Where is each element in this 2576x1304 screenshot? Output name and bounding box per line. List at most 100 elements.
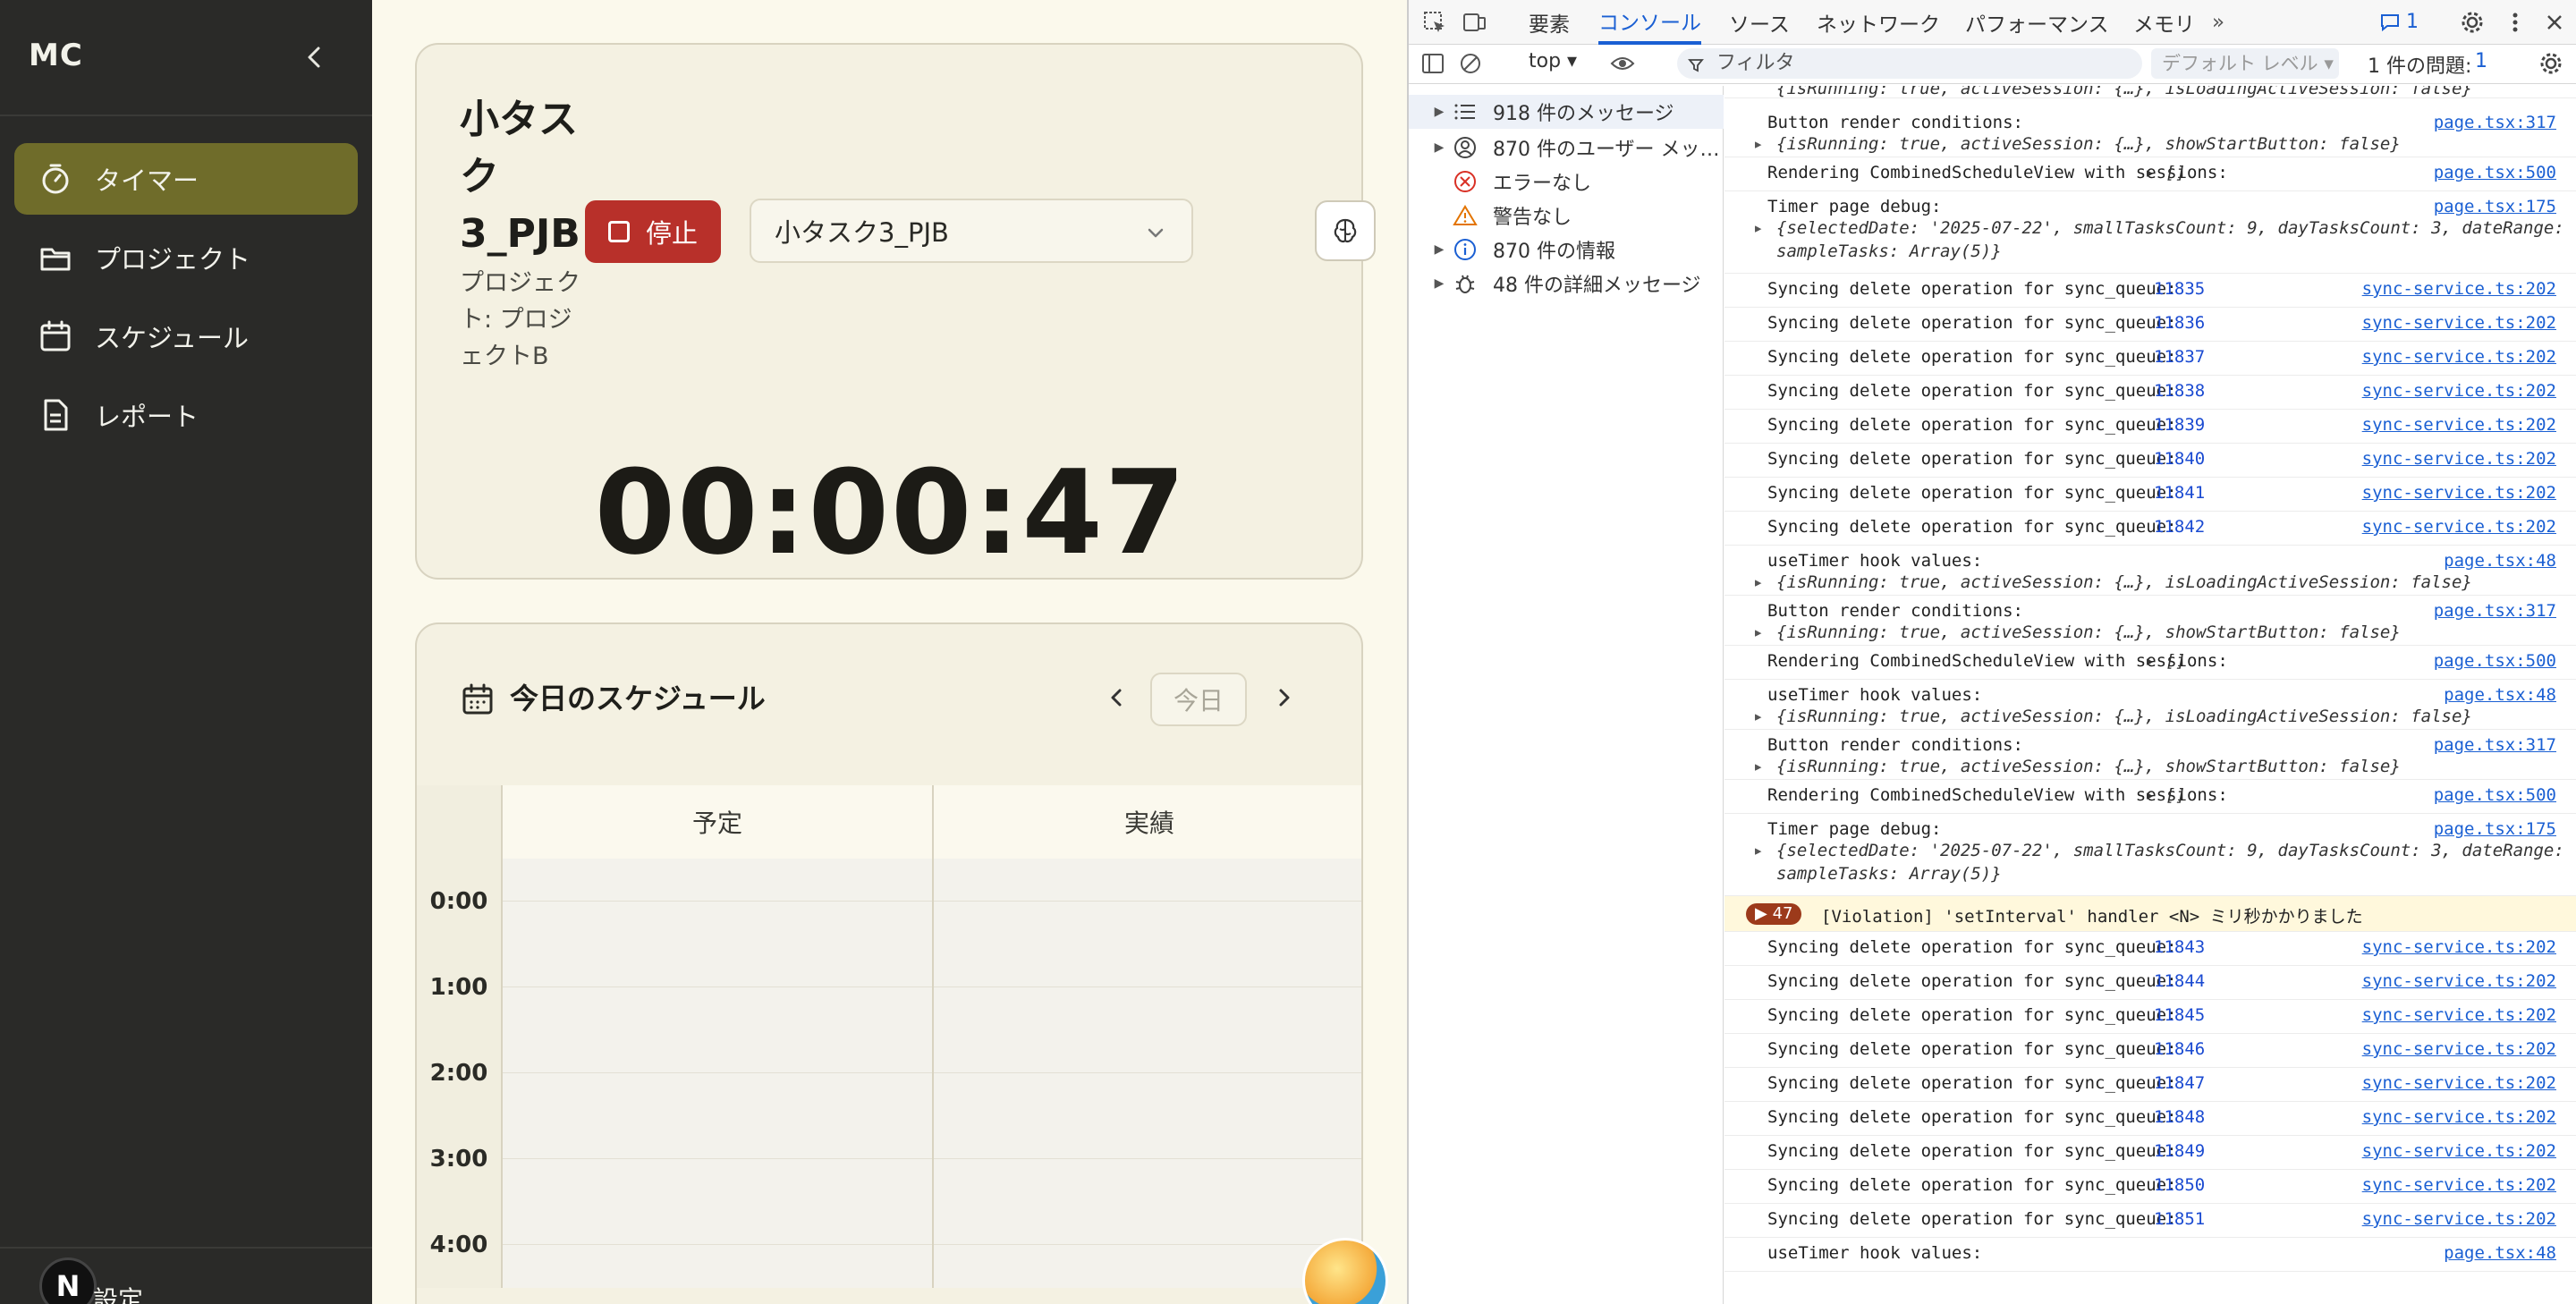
log-source-link[interactable]: sync-service.ts:202 — [2362, 347, 2556, 367]
console-filter-warnings[interactable]: 警告なし — [1409, 199, 1724, 233]
sidebar-item-timer[interactable]: タイマー — [14, 143, 358, 215]
tab-memory[interactable]: メモリ — [2133, 0, 2195, 45]
log-object[interactable]: {isRunning: true, activeSession: {…}, sh… — [1776, 757, 2401, 776]
expand-triangle-icon[interactable]: ▸ — [1753, 841, 1763, 860]
sync-id: 11844 — [2154, 971, 2206, 991]
log-source-link[interactable]: page.tsx:175 — [2434, 197, 2556, 216]
tab-elements[interactable]: 要素 — [1529, 0, 1570, 45]
log-source-link[interactable]: page.tsx:175 — [2434, 819, 2556, 839]
expand-triangle-icon[interactable]: ▸ — [1753, 757, 1763, 776]
actual-slot[interactable] — [932, 1030, 1361, 1116]
device-toggle-icon[interactable] — [1461, 9, 1487, 36]
log-source-link[interactable]: page.tsx:317 — [2434, 601, 2556, 621]
console-filter-verbose[interactable]: ▶ 48 件の詳細メッセージ — [1409, 267, 1724, 301]
actual-slot[interactable] — [932, 1202, 1361, 1288]
console-filter-messages[interactable]: ▶ 918 件のメッセージ — [1409, 95, 1724, 129]
sidebar-toggle-icon[interactable] — [1419, 50, 1446, 77]
log-source-link[interactable]: sync-service.ts:202 — [2362, 1073, 2556, 1093]
eye-icon[interactable] — [1609, 50, 1636, 77]
log-object[interactable]: {isRunning: true, activeSession: {…}, sh… — [1776, 134, 2401, 154]
log-object[interactable]: {isRunning: true, activeSession: {…}, is… — [1776, 86, 2472, 98]
plan-slot[interactable] — [501, 1030, 932, 1116]
violation-count-badge[interactable]: ▶ 47 — [1746, 903, 1802, 925]
settings-link[interactable]: 設定 — [93, 1281, 143, 1304]
actual-slot[interactable] — [932, 1116, 1361, 1202]
log-source-link[interactable]: sync-service.ts:202 — [2362, 483, 2556, 503]
task-select[interactable]: 小タスク3_PJB — [750, 199, 1193, 263]
close-icon[interactable] — [2541, 9, 2568, 36]
expand-triangle-icon[interactable]: ▸ — [1753, 572, 1763, 592]
tab-network[interactable]: ネットワーク — [1817, 0, 1940, 45]
avatar[interactable]: N — [39, 1257, 97, 1304]
log-object[interactable]: {isRunning: true, activeSession: {…}, is… — [1776, 572, 2472, 592]
today-button[interactable]: 今日 — [1150, 673, 1247, 726]
ai-assist-button[interactable] — [1315, 200, 1376, 261]
log-source-link[interactable]: sync-service.ts:202 — [2362, 415, 2556, 435]
log-source-link[interactable]: page.tsx:48 — [2444, 551, 2556, 571]
log-source-link[interactable]: page.tsx:500 — [2434, 651, 2556, 671]
clear-console-icon[interactable] — [1457, 50, 1484, 77]
log-source-link[interactable]: page.tsx:500 — [2434, 163, 2556, 182]
log-object[interactable]: {selectedDate: '2025-07-22', smallTasksC… — [1776, 218, 2576, 238]
collapse-sidebar-icon[interactable] — [301, 39, 329, 75]
log-level-select[interactable]: デフォルト レベル ▾ — [2151, 48, 2339, 79]
expand-triangle-icon[interactable]: ▸ — [1753, 134, 1763, 154]
chevron-right-icon[interactable] — [1267, 680, 1302, 716]
console-filter-user[interactable]: ▶ 870 件のユーザー メッ… — [1409, 131, 1724, 165]
log-source-link[interactable]: sync-service.ts:202 — [2362, 313, 2556, 333]
actual-slot[interactable] — [932, 944, 1361, 1030]
context-selector[interactable]: top ▾ — [1529, 50, 1577, 72]
log-source-link[interactable]: sync-service.ts:202 — [2362, 1141, 2556, 1161]
log-source-link[interactable]: page.tsx:317 — [2434, 113, 2556, 132]
chevron-left-icon[interactable] — [1098, 680, 1134, 716]
issues-summary-count[interactable]: 1 — [2475, 50, 2487, 72]
plan-slot[interactable] — [501, 1116, 932, 1202]
log-source-link[interactable]: sync-service.ts:202 — [2362, 937, 2556, 957]
log-source-link[interactable]: page.tsx:500 — [2434, 785, 2556, 805]
log-source-link[interactable]: sync-service.ts:202 — [2362, 1005, 2556, 1025]
log-inline-value[interactable]: ▸ [] — [2145, 785, 2186, 805]
plan-slot[interactable] — [501, 1202, 932, 1288]
log-object[interactable]: {selectedDate: '2025-07-22', smallTasksC… — [1776, 841, 2576, 860]
tab-sources[interactable]: ソース — [1729, 0, 1790, 45]
filter-input[interactable]: フィルタ — [1677, 48, 2142, 79]
log-source-link[interactable]: page.tsx:317 — [2434, 735, 2556, 755]
gear-icon[interactable] — [2459, 9, 2486, 36]
issues-summary[interactable]: 1 件の問題: — [2368, 50, 2471, 79]
actual-slot[interactable] — [932, 859, 1361, 944]
stop-button[interactable]: 停止 — [585, 200, 721, 263]
tab-console[interactable]: コンソール — [1598, 0, 1701, 45]
log-source-link[interactable]: sync-service.ts:202 — [2362, 1209, 2556, 1229]
expand-triangle-icon[interactable]: ▸ — [1753, 218, 1763, 238]
console-filter-errors[interactable]: エラーなし — [1409, 165, 1724, 199]
kebab-menu-icon[interactable] — [2502, 9, 2529, 36]
log-source-link[interactable]: sync-service.ts:202 — [2362, 449, 2556, 469]
plan-slot[interactable] — [501, 944, 932, 1030]
tab-performance[interactable]: パフォーマンス — [1965, 0, 2109, 45]
log-source-link[interactable]: sync-service.ts:202 — [2362, 1175, 2556, 1195]
console-filter-info[interactable]: ▶ 870 件の情報 — [1409, 233, 1724, 267]
expand-triangle-icon[interactable]: ▸ — [1753, 707, 1763, 726]
log-source-link[interactable]: page.tsx:48 — [2444, 685, 2556, 705]
log-source-link[interactable]: sync-service.ts:202 — [2362, 381, 2556, 401]
sidebar-item-reports[interactable]: レポート — [14, 379, 358, 451]
log-message: Syncing delete operation for sync_queue: — [1767, 937, 2177, 957]
expand-triangle-icon[interactable]: ▸ — [1753, 622, 1763, 642]
console-settings-icon[interactable] — [2538, 50, 2564, 77]
log-source-link[interactable]: page.tsx:48 — [2444, 1243, 2556, 1263]
log-inline-value[interactable]: ▸ [] — [2145, 163, 2186, 182]
sidebar-item-schedule[interactable]: スケジュール — [14, 301, 358, 372]
sidebar-item-projects[interactable]: プロジェクト — [14, 222, 358, 293]
log-source-link[interactable]: sync-service.ts:202 — [2362, 279, 2556, 299]
log-source-link[interactable]: sync-service.ts:202 — [2362, 971, 2556, 991]
log-source-link[interactable]: sync-service.ts:202 — [2362, 1107, 2556, 1127]
log-source-link[interactable]: sync-service.ts:202 — [2362, 517, 2556, 537]
issues-badge[interactable]: 1 — [2380, 11, 2419, 33]
log-object[interactable]: {isRunning: true, activeSession: {…}, is… — [1776, 707, 2472, 726]
more-tabs-icon[interactable]: » — [2212, 0, 2224, 45]
inspect-element-icon[interactable] — [1421, 9, 1448, 36]
plan-slot[interactable] — [501, 859, 932, 944]
log-object[interactable]: {isRunning: true, activeSession: {…}, sh… — [1776, 622, 2401, 642]
log-source-link[interactable]: sync-service.ts:202 — [2362, 1039, 2556, 1059]
log-inline-value[interactable]: ▸ [] — [2145, 651, 2186, 671]
